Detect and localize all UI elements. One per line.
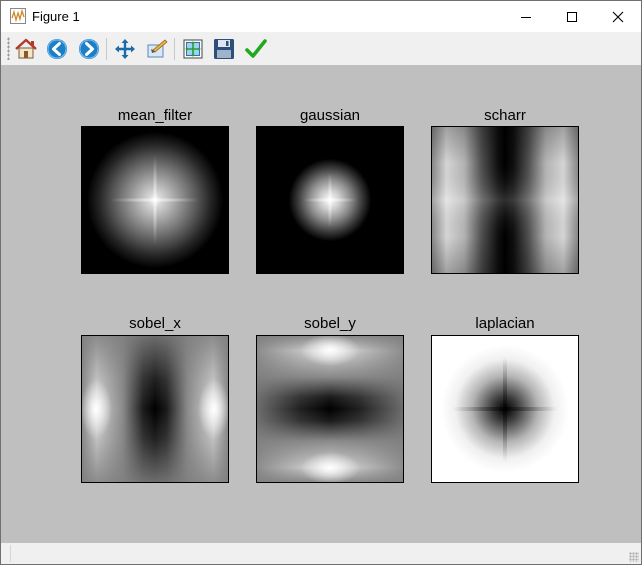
home-icon: [15, 38, 37, 59]
figure-window: Figure 1 mean_filter gaussian scharr sob…: [0, 0, 642, 565]
scharr-shading: [432, 127, 578, 273]
panel-title-laplacian: laplacian: [475, 315, 535, 332]
matplotlib-figure-icon: [10, 8, 26, 24]
image-laplacian: [431, 335, 579, 483]
save-button[interactable]: [211, 36, 237, 62]
title-bar[interactable]: Figure 1: [1, 1, 641, 32]
pan-button[interactable]: [112, 36, 138, 62]
maximize-button[interactable]: [549, 1, 595, 32]
navigation-toolbar: [1, 32, 641, 65]
sobel-x-pattern: [82, 336, 228, 482]
minimize-icon: [521, 16, 531, 18]
edit-button[interactable]: [243, 36, 269, 62]
maximize-icon: [567, 11, 577, 22]
size-grip-icon[interactable]: [629, 552, 639, 562]
image-gaussian: [256, 126, 404, 274]
panel-title-gaussian: gaussian: [299, 107, 361, 124]
pan-move-icon: [115, 39, 135, 59]
checkmark-edit-icon: [245, 39, 267, 58]
panel-title-sobel-x: sobel_x: [129, 315, 181, 332]
subplots-button[interactable]: [180, 36, 206, 62]
gaussian-star: [303, 173, 357, 227]
image-mean-filter: [81, 126, 229, 274]
window-title: Figure 1: [32, 9, 80, 24]
zoom-button[interactable]: [144, 36, 170, 62]
back-button[interactable]: [44, 36, 70, 62]
laplacian-cross: [452, 356, 558, 462]
panel-title-sobel-y: sobel_y: [304, 315, 356, 332]
home-button[interactable]: [13, 36, 39, 62]
image-sobel-y: [256, 335, 404, 483]
floppy-save-icon: [214, 39, 234, 59]
figure-canvas[interactable]: mean_filter gaussian scharr sobel_x sobe…: [1, 65, 641, 543]
close-icon: [612, 11, 624, 22]
forward-button[interactable]: [76, 36, 102, 62]
status-bar: [1, 543, 641, 564]
minimize-button[interactable]: [503, 1, 549, 32]
configure-subplots-icon: [183, 39, 203, 59]
panel-title-mean-filter: mean_filter: [117, 107, 193, 124]
sobel-y-pattern: [257, 336, 403, 482]
image-scharr: [431, 126, 579, 274]
toolbar-separator: [174, 38, 175, 60]
close-button[interactable]: [595, 1, 641, 32]
toolbar-separator: [106, 38, 107, 60]
back-arrow-icon: [47, 39, 67, 59]
toolbar-grip[interactable]: [7, 37, 10, 60]
status-field-divider: [10, 545, 11, 562]
forward-arrow-icon: [79, 39, 99, 59]
zoom-rect-icon: [147, 39, 168, 58]
panel-title-scharr: scharr: [484, 107, 526, 124]
image-sobel-x: [81, 335, 229, 483]
mean-filter-star: [110, 155, 200, 245]
